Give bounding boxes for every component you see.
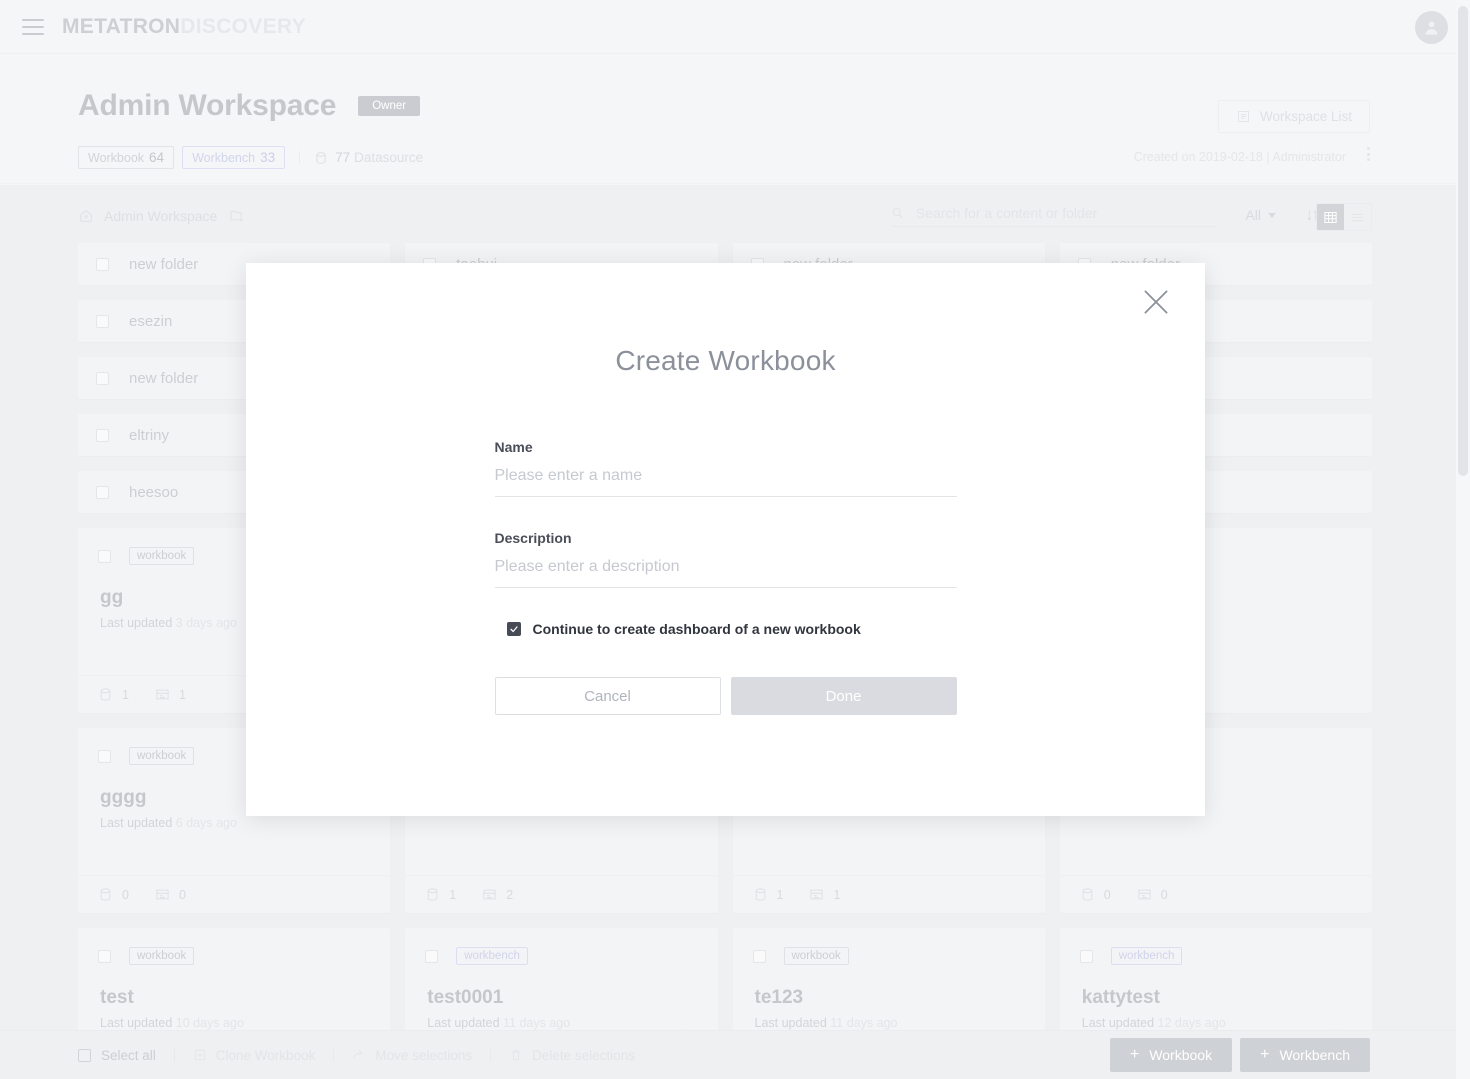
name-field-group: Name [494, 439, 957, 497]
check-icon [509, 626, 518, 633]
description-field-group: Description [494, 530, 957, 588]
modal-title: Create Workbook [615, 345, 836, 376]
continue-dashboard-row[interactable]: Continue to create dashboard of a new wo… [495, 621, 957, 637]
cancel-button[interactable]: Cancel [494, 677, 721, 715]
description-input[interactable] [494, 558, 957, 588]
name-label: Name [494, 439, 533, 455]
modal-actions: Cancel Done [494, 677, 957, 715]
close-button[interactable] [1137, 283, 1175, 321]
done-button[interactable]: Done [730, 677, 957, 715]
app-root: Admin Workspace All ↓↑ new folder taehui [0, 0, 1470, 1079]
continue-dashboard-label: Continue to create dashboard of a new wo… [532, 621, 861, 637]
close-icon [1144, 290, 1168, 314]
create-workbook-form: Name Description Continue to create dash… [494, 439, 957, 715]
create-workbook-modal: Create Workbook Name Description Continu… [246, 263, 1205, 816]
description-label: Description [494, 530, 572, 546]
continue-dashboard-checkbox[interactable] [506, 622, 521, 636]
name-input[interactable] [494, 467, 957, 497]
